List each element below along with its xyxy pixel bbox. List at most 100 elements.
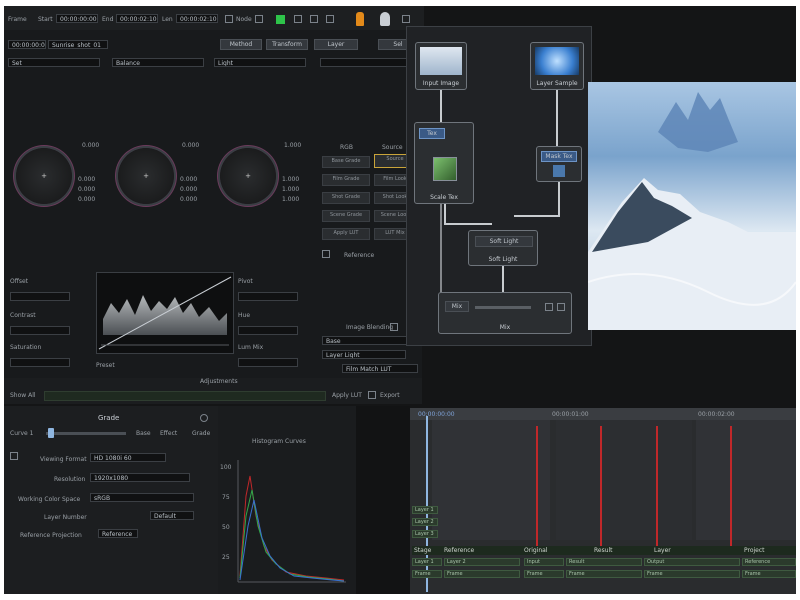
- lum-mix-field[interactable]: [238, 358, 298, 367]
- node-mask-tex[interactable]: Mask Tex: [536, 146, 582, 182]
- node-soft-light-badge[interactable]: Soft Light: [475, 236, 533, 247]
- row2-cell-3[interactable]: Frame: [524, 570, 564, 578]
- show-all-label[interactable]: Show All: [10, 392, 36, 399]
- red-marker-1[interactable]: [536, 426, 538, 546]
- contrast-field[interactable]: [10, 326, 70, 335]
- table-cell-shot-grade[interactable]: Shot Grade: [322, 192, 370, 204]
- node-scale-tex[interactable]: Tex Scale Tex: [414, 122, 474, 204]
- row1-cell-6[interactable]: Reference: [742, 558, 796, 566]
- set-field[interactable]: Set: [8, 58, 100, 67]
- clip-name[interactable]: Sunrise_shot_01: [48, 40, 108, 49]
- end-field[interactable]: 00:00:02:10: [116, 14, 158, 23]
- menu-icon[interactable]: [255, 15, 263, 23]
- tab-base[interactable]: Base: [136, 430, 151, 437]
- tab-button-a[interactable]: Method: [220, 39, 262, 50]
- saturation-label: Saturation: [10, 344, 42, 351]
- layer-light-field[interactable]: Layer Light: [322, 350, 406, 359]
- track-label-3[interactable]: Layer 3: [412, 530, 438, 538]
- row1-cell-5[interactable]: Output: [644, 558, 740, 566]
- node-mix[interactable]: Mix Mix: [438, 292, 572, 334]
- curve-slider-handle[interactable]: [48, 428, 54, 438]
- user-icon[interactable]: [380, 12, 390, 26]
- tab-effect[interactable]: Effect: [160, 430, 177, 437]
- tab-button-c[interactable]: Layer: [314, 39, 358, 50]
- gain-color-wheel[interactable]: +: [220, 148, 276, 204]
- row2-cell-6[interactable]: Frame: [742, 570, 796, 578]
- lock-icon[interactable]: [225, 15, 233, 23]
- track-label-1[interactable]: Layer 1: [412, 506, 438, 514]
- node-mix-option-icon[interactable]: [545, 303, 553, 311]
- lut-name-field[interactable]: Film Match LUT: [342, 364, 418, 373]
- file-icon[interactable]: [294, 15, 302, 23]
- node-mix-badge[interactable]: Mix: [445, 301, 469, 312]
- light-field[interactable]: Light: [214, 58, 306, 67]
- table-cell-film-grade[interactable]: Film Grade: [322, 174, 370, 186]
- row2-cell-1[interactable]: Frame: [412, 570, 442, 578]
- header-stage: Stage: [414, 547, 432, 554]
- warning-figure-icon[interactable]: [356, 12, 364, 26]
- export-checkbox-icon[interactable]: [368, 391, 376, 399]
- lift-center-icon[interactable]: +: [41, 173, 47, 180]
- node-scale-badge[interactable]: Tex: [419, 128, 445, 139]
- node-mix-lock-icon[interactable]: [557, 303, 565, 311]
- table-cell-scene-grade[interactable]: Scene Grade: [322, 210, 370, 222]
- image-blending-checkbox-icon[interactable]: [390, 323, 398, 331]
- viewing-format-toggle-icon[interactable]: [10, 452, 18, 460]
- balance-field[interactable]: Balance: [112, 58, 204, 67]
- grade-settings-icon[interactable]: [200, 414, 208, 422]
- apply-lut-label[interactable]: Apply LUT: [332, 392, 362, 399]
- node-soft-light[interactable]: Soft Light Soft Light: [468, 230, 538, 266]
- save-icon[interactable]: [326, 15, 334, 23]
- tab-grade[interactable]: Grade: [192, 430, 210, 437]
- row1-cell-3[interactable]: Input: [524, 558, 564, 566]
- hue-field[interactable]: [238, 326, 298, 335]
- row2-cell-5[interactable]: Frame: [644, 570, 740, 578]
- table-cell-apply-lut[interactable]: Apply LUT: [322, 228, 370, 240]
- gamma-center-icon[interactable]: +: [143, 173, 149, 180]
- lift-color-wheel[interactable]: +: [16, 148, 72, 204]
- table-cell-base-grade[interactable]: Base Grade: [322, 156, 370, 168]
- row1-cell-4[interactable]: Result: [566, 558, 642, 566]
- timeline-ruler[interactable]: [410, 408, 796, 420]
- histogram-title: Histogram Curves: [252, 438, 306, 445]
- row1-cell-2[interactable]: Layer 2: [444, 558, 520, 566]
- track-label-2[interactable]: Layer 2: [412, 518, 438, 526]
- record-indicator[interactable]: [276, 15, 285, 24]
- row1-cell-1[interactable]: Layer 1: [412, 558, 442, 566]
- layer-name-field[interactable]: [320, 58, 414, 67]
- history-track[interactable]: [44, 391, 326, 401]
- tab-button-b[interactable]: Transform: [266, 39, 308, 50]
- red-marker-2[interactable]: [600, 426, 602, 546]
- red-marker-3[interactable]: [656, 426, 658, 546]
- start-field[interactable]: 00:00:00:00: [56, 14, 98, 23]
- node-input-image[interactable]: Input Image: [415, 42, 467, 90]
- pivot-field[interactable]: [238, 292, 298, 301]
- mode-label: Node: [236, 16, 252, 23]
- node-mix-slider[interactable]: [475, 306, 531, 309]
- preview-image[interactable]: [588, 82, 796, 330]
- gain-row-1: 1.000: [282, 176, 300, 183]
- offset-field[interactable]: [10, 292, 70, 301]
- row2-cell-2[interactable]: Frame: [444, 570, 520, 578]
- row2-cell-4[interactable]: Frame: [566, 570, 642, 578]
- waveform-scope[interactable]: [96, 272, 234, 354]
- reference-projection-field[interactable]: Reference: [98, 529, 138, 538]
- resolution-field[interactable]: 1920x1080: [90, 473, 190, 482]
- copy-icon[interactable]: [310, 15, 318, 23]
- clip-timecode[interactable]: 00:00:00:00: [8, 40, 46, 49]
- export-label[interactable]: Export: [380, 392, 400, 399]
- reference-checkbox-icon[interactable]: [322, 250, 330, 258]
- gain-center-icon[interactable]: +: [245, 173, 251, 180]
- curve-slider-track[interactable]: [46, 432, 126, 435]
- red-marker-4[interactable]: [730, 426, 732, 546]
- viewing-format-field[interactable]: HD 1080i 60: [90, 453, 166, 462]
- len-field[interactable]: 00:00:02:10: [176, 14, 218, 23]
- settings-icon[interactable]: [402, 15, 410, 23]
- node-mask-badge[interactable]: Mask Tex: [541, 151, 577, 162]
- layer-number-field[interactable]: Default: [150, 511, 194, 520]
- working-color-space-field[interactable]: sRGB: [90, 493, 194, 502]
- node-layer-sample[interactable]: Layer Sample: [530, 42, 584, 90]
- layer-base-field[interactable]: Base: [322, 336, 418, 345]
- gamma-color-wheel[interactable]: +: [118, 148, 174, 204]
- saturation-field[interactable]: [10, 358, 70, 367]
